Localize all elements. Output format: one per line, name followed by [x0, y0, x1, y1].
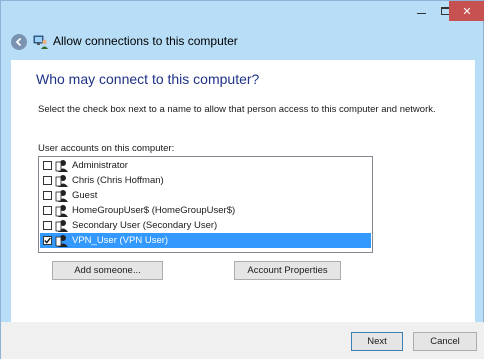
- minimize-button[interactable]: [408, 1, 434, 21]
- user-list-label: User accounts on this computer:: [38, 143, 175, 154]
- list-item-chris[interactable]: Chris (Chris Hoffman): [40, 173, 371, 188]
- list-item-administrator[interactable]: Administrator: [40, 158, 371, 173]
- user-icon: [55, 220, 68, 232]
- close-icon: ✕: [462, 4, 472, 18]
- list-item-label: Secondary User (Secondary User): [72, 220, 218, 231]
- network-users-icon: [33, 35, 48, 49]
- user-accounts-list[interactable]: Administrator Chris (Chris Hoffman) Gues…: [38, 156, 373, 253]
- account-properties-button[interactable]: Account Properties: [234, 261, 341, 280]
- user-icon: [55, 205, 68, 217]
- list-item-label: Administrator: [72, 160, 128, 171]
- add-someone-button[interactable]: Add someone...: [52, 261, 163, 280]
- checkbox[interactable]: [43, 206, 52, 215]
- dialog-footer: Next Cancel: [1, 322, 484, 359]
- user-icon: [55, 190, 68, 202]
- user-icon: [55, 235, 68, 247]
- checkbox-checked[interactable]: [43, 236, 52, 245]
- list-item-label: HomeGroupUser$ (HomeGroupUser$): [72, 205, 236, 216]
- next-button[interactable]: Next: [351, 332, 403, 351]
- list-item-secondary-user[interactable]: Secondary User (Secondary User): [40, 218, 371, 233]
- checkbox[interactable]: [43, 221, 52, 230]
- user-icon: [55, 160, 68, 172]
- list-item-vpn-user[interactable]: VPN_User (VPN User): [40, 233, 371, 248]
- list-item-label: VPN_User (VPN User): [72, 235, 169, 246]
- checkbox[interactable]: [43, 191, 52, 200]
- cancel-button[interactable]: Cancel: [413, 332, 477, 351]
- user-icon: [55, 175, 68, 187]
- list-item-label: Chris (Chris Hoffman): [72, 175, 164, 186]
- list-item-homegroupuser[interactable]: HomeGroupUser$ (HomeGroupUser$): [40, 203, 371, 218]
- dialog-window: ✕ Allow connections to this computer Who…: [0, 0, 484, 359]
- checkbox[interactable]: [43, 161, 52, 170]
- close-button[interactable]: ✕: [449, 1, 484, 21]
- instructions-text: Select the check box next to a name to a…: [38, 104, 436, 115]
- content-panel: Who may connect to this computer? Select…: [11, 60, 475, 322]
- list-item-guest[interactable]: Guest: [40, 188, 371, 203]
- checkmark-icon: [44, 237, 51, 244]
- page-heading: Who may connect to this computer?: [36, 71, 260, 87]
- window-title: Allow connections to this computer: [53, 34, 238, 48]
- back-arrow-icon: [15, 37, 22, 47]
- checkbox[interactable]: [43, 176, 52, 185]
- list-item-label: Guest: [72, 190, 98, 201]
- minimize-icon: [416, 12, 426, 14]
- back-button[interactable]: [11, 34, 27, 50]
